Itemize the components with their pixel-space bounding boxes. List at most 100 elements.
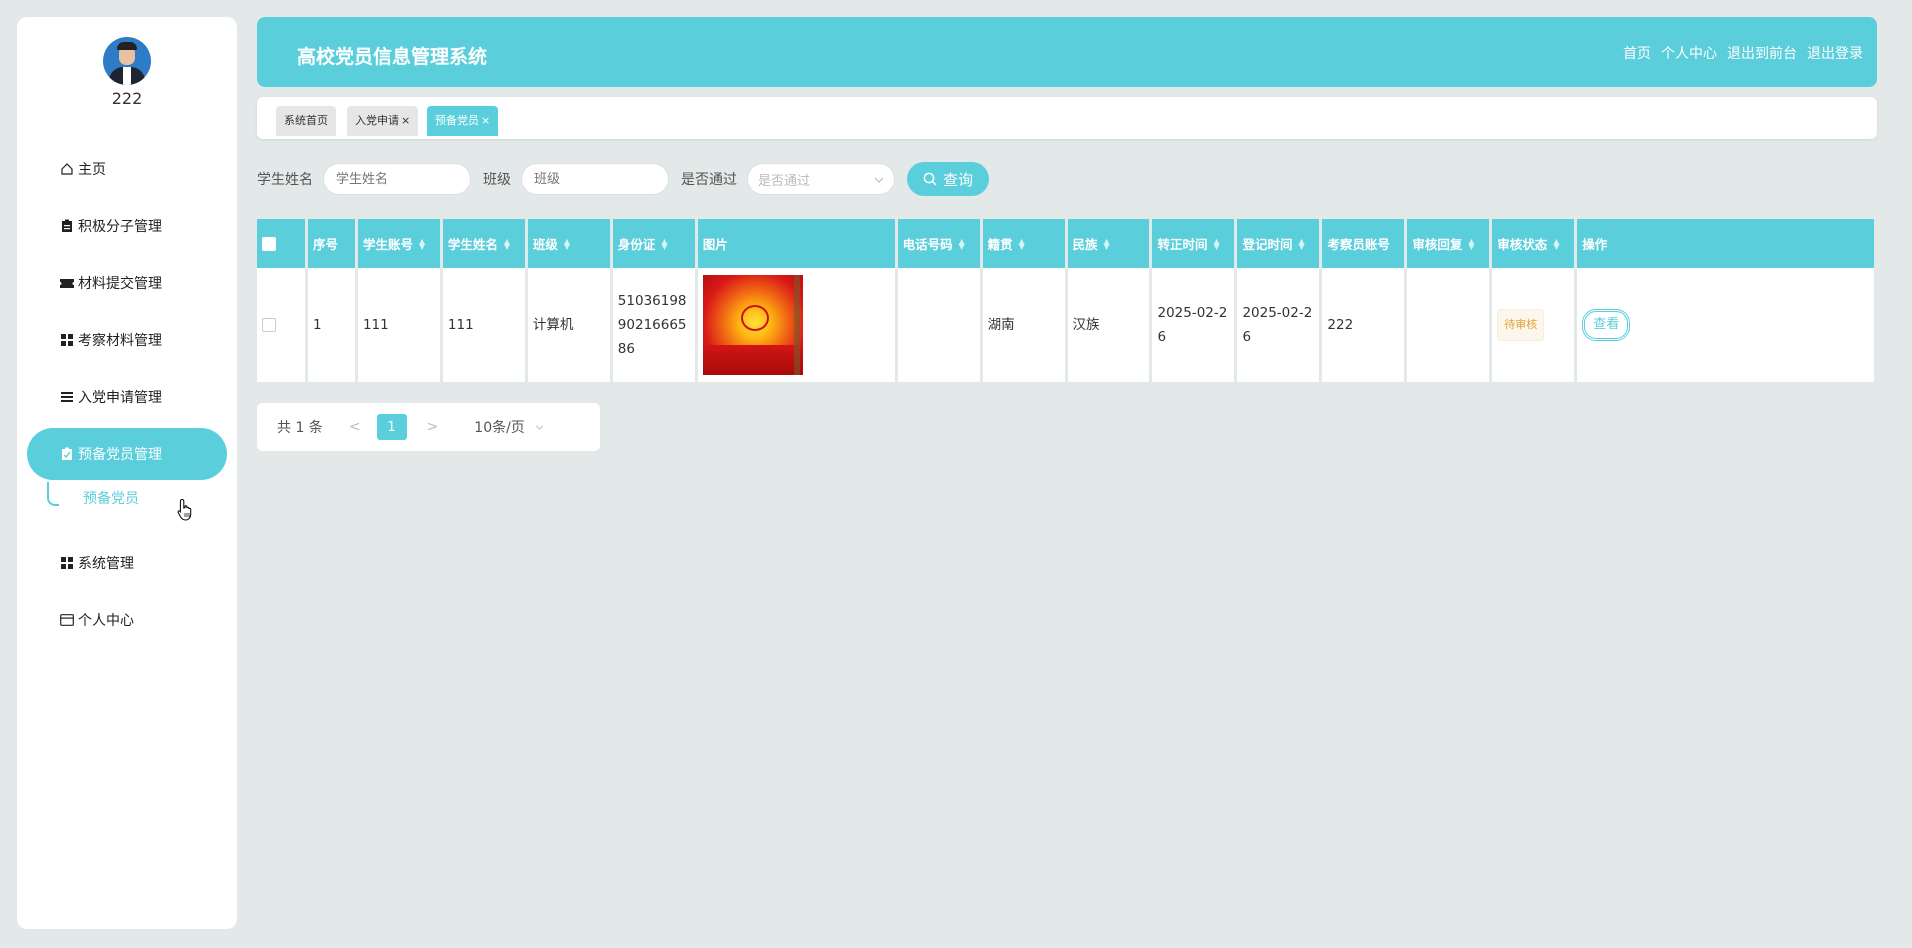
tab-system-home[interactable]: 系统首页: [276, 106, 336, 136]
select-all-cell: [257, 219, 308, 268]
sort-icon[interactable]: ▲ ▼: [1104, 237, 1110, 250]
search-icon: [923, 172, 937, 186]
select-all-checkbox[interactable]: [262, 236, 276, 251]
student-name-input[interactable]: [323, 163, 471, 195]
header-link-logout[interactable]: 退出登录: [1807, 43, 1863, 63]
header-link-profile[interactable]: 个人中心: [1661, 43, 1717, 63]
sidebar-item-system[interactable]: 系统管理: [27, 537, 227, 589]
sidebar-item-label: 系统管理: [78, 556, 134, 572]
col-header-name[interactable]: 学生姓名 ▲ ▼: [442, 219, 528, 268]
col-header-register-time[interactable]: 登记时间 ▲ ▼: [1237, 219, 1323, 268]
hand-cursor-icon: [177, 498, 195, 522]
tree-connector: [47, 482, 59, 506]
cell-image: [698, 268, 898, 382]
sort-icon[interactable]: ▲ ▼: [564, 237, 570, 250]
sort-icon[interactable]: ▲ ▼: [1553, 237, 1559, 250]
col-header-id-card[interactable]: 身份证 ▲ ▼: [612, 219, 698, 268]
sort-icon[interactable]: ▲ ▼: [1468, 237, 1474, 250]
sidebar-item-applications[interactable]: 入党申请管理: [27, 371, 227, 423]
sidebar-item-probationary[interactable]: 预备党员管理: [27, 428, 227, 480]
tab-probationary-member[interactable]: 预备党员 ×: [427, 106, 499, 136]
table-body: 1 111 111 计算机 510361989021666586 湖南 汉族 2…: [257, 268, 1874, 382]
col-header-regular-time[interactable]: 转正时间 ▲ ▼: [1152, 219, 1238, 268]
col-header-ethnicity[interactable]: 民族 ▲ ▼: [1067, 219, 1153, 268]
sort-icon[interactable]: ▲ ▼: [504, 237, 510, 250]
col-header-status[interactable]: 审核状态 ▲ ▼: [1492, 219, 1578, 268]
col-header-account[interactable]: 学生账号 ▲ ▼: [357, 219, 443, 268]
tab-bar: 系统首页 入党申请 × 预备党员 ×: [257, 97, 1877, 139]
close-icon[interactable]: ×: [401, 114, 410, 127]
sidebar-item-materials[interactable]: 材料提交管理: [27, 257, 227, 309]
cell-register-time: 2025-02-26: [1237, 268, 1323, 382]
avatar[interactable]: [103, 37, 151, 85]
sort-icon[interactable]: ▲ ▼: [419, 237, 425, 250]
table-row: 1 111 111 计算机 510361989021666586 湖南 汉族 2…: [257, 268, 1874, 382]
close-icon[interactable]: ×: [481, 114, 490, 127]
sort-icon[interactable]: ▲ ▼: [959, 237, 965, 250]
sort-icon[interactable]: ▲ ▼: [1214, 237, 1220, 250]
sort-icon[interactable]: ▲ ▼: [1019, 237, 1025, 250]
cell-regular-time: 2025-02-26: [1152, 268, 1238, 382]
page-size-label: 10条/页: [474, 420, 525, 436]
search-bar: 学生姓名 班级 是否通过 是否通过 查询: [257, 162, 990, 196]
cell-inspector: 222: [1322, 268, 1408, 382]
card-icon: [59, 612, 75, 628]
cell-status: 待审核: [1492, 268, 1578, 382]
header-link-exit-frontend[interactable]: 退出到前台: [1727, 43, 1797, 63]
sidebar: 222 主页 积极分子管理 材料提交管理 考察材料管理 入党申请管理 预备党员管…: [17, 17, 237, 929]
search-button[interactable]: 查询: [907, 162, 990, 196]
top-header: 高校党员信息管理系统 首页 个人中心 退出到前台 退出登录: [257, 17, 1877, 87]
row-checkbox[interactable]: [262, 318, 276, 332]
party-flag-image[interactable]: [702, 275, 803, 375]
col-header-index: 序号: [307, 219, 358, 268]
cell-ethnicity: 汉族: [1068, 268, 1153, 382]
class-label: 班级: [483, 172, 511, 188]
prev-page-button[interactable]: <: [349, 419, 361, 435]
col-header-native-place[interactable]: 籍贯 ▲ ▼: [982, 219, 1068, 268]
col-header-reply[interactable]: 审核回复 ▲ ▼: [1407, 219, 1493, 268]
pass-select[interactable]: 是否通过: [747, 163, 895, 195]
header-link-home[interactable]: 首页: [1623, 43, 1651, 63]
status-badge: 待审核: [1497, 309, 1545, 341]
header-links: 首页 个人中心 退出到前台 退出登录: [1623, 43, 1863, 63]
cell-phone: [898, 268, 983, 382]
sidebar-item-label: 预备党员管理: [78, 447, 162, 463]
tab-party-application[interactable]: 入党申请 ×: [347, 106, 419, 136]
class-input[interactable]: [521, 163, 669, 195]
sidebar-item-label: 积极分子管理: [78, 219, 162, 235]
col-header-phone[interactable]: 电话号码 ▲ ▼: [897, 219, 983, 268]
tab-label: 入党申请: [355, 114, 399, 127]
sidebar-item-label: 材料提交管理: [78, 276, 162, 292]
view-button[interactable]: 查看: [1582, 309, 1631, 341]
sidebar-item-activists[interactable]: 积极分子管理: [27, 200, 227, 252]
next-page-button[interactable]: >: [427, 419, 439, 435]
col-header-image: 图片: [697, 219, 898, 268]
pagination-total: 共 1 条: [277, 420, 323, 436]
chevron-down-icon: [535, 422, 544, 433]
row-select-cell: [257, 268, 308, 382]
sidebar-item-label: 考察材料管理: [78, 333, 162, 349]
home-icon: [59, 161, 75, 177]
sort-icon[interactable]: ▲ ▼: [1298, 237, 1304, 250]
pagination: 共 1 条 < 1 > 10条/页: [257, 403, 600, 451]
grid-icon: [59, 555, 75, 571]
search-button-label: 查询: [943, 170, 974, 189]
grid-icon: [59, 332, 75, 348]
col-header-inspector: 考察员账号: [1322, 219, 1408, 268]
tab-label: 预备党员: [435, 114, 479, 127]
sort-icon[interactable]: ▲ ▼: [661, 237, 667, 250]
sidebar-item-inspection[interactable]: 考察材料管理: [27, 314, 227, 366]
sidebar-item-home[interactable]: 主页: [27, 143, 227, 195]
page-number-1[interactable]: 1: [376, 414, 407, 440]
chevron-down-icon: [874, 172, 884, 187]
page-size-select[interactable]: 10条/页: [474, 417, 544, 437]
cell-reply: [1407, 268, 1493, 382]
col-header-class[interactable]: 班级 ▲ ▼: [527, 219, 613, 268]
subitem-label: 预备党员: [83, 491, 139, 507]
cell-name: 111: [443, 268, 528, 382]
ticket-icon: [59, 275, 75, 291]
sidebar-item-label: 入党申请管理: [78, 390, 162, 406]
student-name-label: 学生姓名: [257, 172, 313, 188]
sidebar-item-profile[interactable]: 个人中心: [27, 594, 227, 646]
table-header: 序号 学生账号 ▲ ▼ 学生姓名 ▲ ▼ 班级 ▲ ▼ 身份证 ▲ ▼ 图片 电话号码 ▲ ▼ 籍贯…: [257, 219, 1875, 268]
